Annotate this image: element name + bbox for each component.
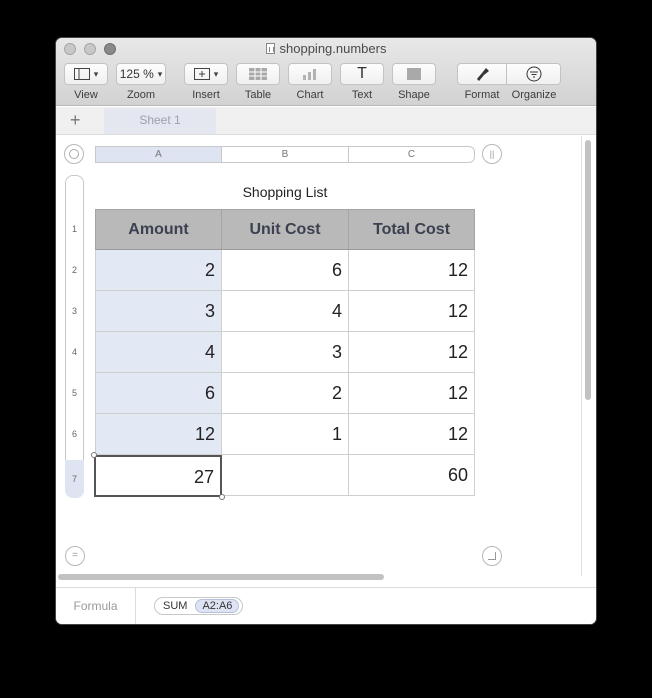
table-cell[interactable]: 3 bbox=[222, 332, 349, 373]
table-title[interactable]: Shopping List bbox=[95, 184, 475, 200]
row-header-2[interactable]: 2 bbox=[65, 265, 84, 275]
titlebar: shopping.numbers ▾ View 125 % ▾ Zoom ▾ In… bbox=[56, 38, 596, 106]
table-cell[interactable]: 6 bbox=[222, 250, 349, 291]
filter-icon bbox=[526, 66, 541, 82]
formula-function[interactable]: SUM bbox=[163, 600, 187, 612]
table-button[interactable] bbox=[236, 63, 280, 85]
zoom-select[interactable]: 125 % ▾ bbox=[116, 63, 166, 85]
table-cell[interactable]: 12 bbox=[349, 373, 475, 414]
row-header-1[interactable]: 1 bbox=[65, 224, 84, 234]
table-cell[interactable]: 12 bbox=[349, 332, 475, 373]
table-cell[interactable]: 12 bbox=[349, 250, 475, 291]
view-button[interactable]: ▾ bbox=[64, 63, 108, 85]
resize-table-button[interactable] bbox=[482, 546, 502, 566]
column-header-c[interactable]: C bbox=[348, 146, 475, 163]
active-cell-a7[interactable]: 27 bbox=[94, 455, 222, 497]
shape-button[interactable] bbox=[392, 63, 436, 85]
row-resize-icon: = bbox=[72, 550, 78, 561]
corner-resize-icon bbox=[488, 552, 496, 560]
row-header-3[interactable]: 3 bbox=[65, 306, 84, 316]
numbers-window: shopping.numbers ▾ View 125 % ▾ Zoom ▾ In… bbox=[56, 38, 596, 624]
chart-label: Chart bbox=[296, 89, 324, 101]
numbers-document-icon bbox=[265, 43, 275, 54]
organize-button[interactable] bbox=[507, 63, 561, 85]
sheet-tabbar: + Sheet 1 bbox=[56, 107, 596, 135]
view-label: View bbox=[74, 89, 98, 101]
table-cell[interactable]: 60 bbox=[349, 455, 475, 496]
view-tool[interactable]: ▾ View bbox=[64, 63, 108, 101]
table-cell[interactable]: 3 bbox=[95, 291, 222, 332]
add-row-button[interactable]: = bbox=[65, 546, 85, 566]
shape-icon bbox=[407, 68, 421, 80]
zoom-value: 125 % bbox=[119, 67, 154, 81]
table-cell[interactable]: 4 bbox=[95, 332, 222, 373]
shape-label: Shape bbox=[398, 89, 430, 101]
table-cell[interactable]: 2 bbox=[222, 373, 349, 414]
canvas-divider bbox=[581, 136, 582, 576]
zoom-label: Zoom bbox=[126, 89, 156, 101]
zoom-tool[interactable]: 125 % ▾ Zoom bbox=[116, 63, 166, 101]
text-tool[interactable]: T Text bbox=[340, 63, 384, 101]
chevron-down-icon: ▾ bbox=[93, 68, 99, 79]
table-cell[interactable]: 12 bbox=[349, 291, 475, 332]
table-handle-icon bbox=[69, 149, 79, 159]
formula-editor[interactable]: SUM A2:A6 bbox=[154, 597, 244, 615]
insert-tool[interactable]: ▾ Insert bbox=[184, 63, 228, 101]
organize-label: Organize bbox=[511, 89, 557, 101]
format-button[interactable] bbox=[457, 63, 507, 85]
chart-tool[interactable]: Chart bbox=[288, 63, 332, 101]
sidebar-view-icon bbox=[73, 68, 90, 80]
table-icon bbox=[249, 68, 267, 80]
spreadsheet-canvas[interactable]: || A B C 1 2 3 4 5 6 7 Shopping List Amo… bbox=[56, 136, 596, 586]
table-cell[interactable]: 12 bbox=[349, 414, 475, 455]
table-cell[interactable]: 1 bbox=[222, 414, 349, 455]
row-header-4[interactable]: 4 bbox=[65, 347, 84, 357]
insert-button[interactable]: ▾ bbox=[184, 63, 228, 85]
chevron-down-icon: ▾ bbox=[157, 68, 163, 79]
header-cell[interactable]: Unit Cost bbox=[222, 209, 349, 250]
chart-button[interactable] bbox=[288, 63, 332, 85]
add-sheet-button[interactable]: + bbox=[70, 110, 81, 131]
formula-bar: Formula SUM A2:A6 bbox=[56, 587, 596, 624]
organize-tool[interactable]: Organize bbox=[507, 63, 561, 101]
table-label: Table bbox=[244, 89, 272, 101]
header-cell[interactable]: Total Cost bbox=[349, 209, 475, 250]
table-cell[interactable]: 12 bbox=[95, 414, 222, 455]
chart-icon bbox=[303, 69, 316, 80]
format-tool[interactable]: Format bbox=[457, 63, 507, 101]
table-cell[interactable] bbox=[222, 455, 349, 496]
selection-handle[interactable] bbox=[91, 452, 97, 458]
text-label: Text bbox=[351, 89, 373, 101]
window-title-text: shopping.numbers bbox=[279, 41, 387, 56]
column-resize-icon: || bbox=[489, 149, 495, 159]
table-cell[interactable]: 2 bbox=[95, 250, 222, 291]
row-header-7[interactable]: 7 bbox=[65, 460, 84, 498]
header-cell[interactable]: Amount bbox=[95, 209, 222, 250]
chevron-down-icon: ▾ bbox=[213, 68, 219, 79]
shape-tool[interactable]: Shape bbox=[392, 63, 436, 101]
table-tool[interactable]: Table bbox=[236, 63, 280, 101]
tab-sheet-1[interactable]: Sheet 1 bbox=[104, 108, 216, 134]
paintbrush-icon bbox=[477, 68, 489, 81]
select-table-button[interactable] bbox=[64, 144, 84, 164]
window-title: shopping.numbers bbox=[56, 41, 596, 56]
selection-handle[interactable] bbox=[219, 494, 225, 500]
formula-range-token[interactable]: A2:A6 bbox=[195, 599, 240, 613]
text-icon: T bbox=[357, 65, 367, 82]
row-header-5[interactable]: 5 bbox=[65, 388, 84, 398]
add-column-button[interactable]: || bbox=[482, 144, 502, 164]
text-button[interactable]: T bbox=[340, 63, 384, 85]
format-label: Format bbox=[464, 89, 500, 101]
insert-label: Insert bbox=[192, 89, 220, 101]
row-header-6[interactable]: 6 bbox=[65, 429, 84, 439]
horizontal-scrollbar[interactable] bbox=[58, 574, 384, 580]
table-cell[interactable]: 6 bbox=[95, 373, 222, 414]
column-header-a[interactable]: A bbox=[95, 146, 222, 163]
formula-label: Formula bbox=[56, 588, 136, 624]
insert-icon bbox=[193, 68, 210, 80]
vertical-scrollbar[interactable] bbox=[585, 140, 591, 400]
table-cell[interactable]: 4 bbox=[222, 291, 349, 332]
column-header-b[interactable]: B bbox=[221, 146, 349, 163]
